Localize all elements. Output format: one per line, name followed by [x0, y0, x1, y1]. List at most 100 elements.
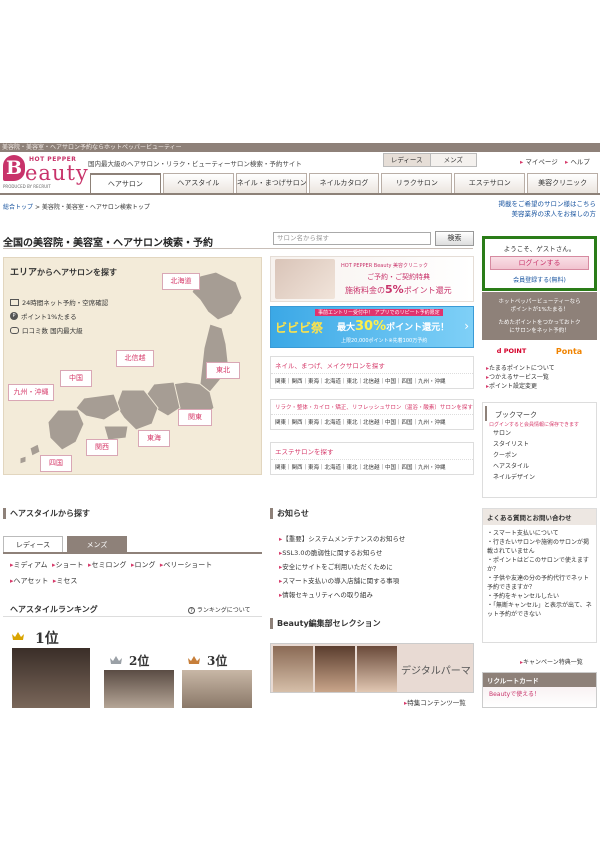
region-tokai[interactable]: 東海: [138, 430, 170, 447]
clinic-banner[interactable]: HOT PEPPER Beauty 美容クリニック ご予約・ご契約特典 施術料金…: [270, 256, 474, 302]
jobs-link[interactable]: 美容業界の求人をお探しの方: [470, 209, 597, 219]
gender-tab-ladies[interactable]: レディース: [384, 154, 431, 166]
link-hair-set[interactable]: ▸ヘアセット: [10, 577, 48, 585]
feature-points: P ポイント1%たまる: [10, 311, 77, 321]
bookmark-coupon[interactable]: クーポン: [493, 450, 596, 461]
bookmark-box: ブックマーク ログインすると会員情報に保存できます サロン スタイリスト クーポ…: [482, 402, 597, 498]
feature-24h-label: 24時間ネット予約・空席確認: [22, 299, 109, 307]
region-shikoku[interactable]: 四国: [40, 455, 72, 472]
ranking-divider: [3, 616, 262, 617]
feature-24h: 24時間ネット予約・空席確認: [10, 297, 108, 307]
faq-item-5[interactable]: ・予約をキャンセルしたい: [483, 592, 596, 601]
feature-more-link[interactable]: ▸特集コンテンツ一覧: [404, 697, 466, 707]
nail-area-links[interactable]: 関東｜関西｜東海｜北海道｜東北｜北信越｜中国｜四国｜九州・沖縄: [271, 374, 473, 388]
nav-tab-esthe[interactable]: エステサロン: [454, 173, 526, 193]
breadcrumb: 総合トップ > 美容院・美容室・ヘアサロン検索トップ: [3, 202, 150, 211]
clinic-line2-a: 施術料金の: [345, 286, 385, 295]
rank-3-photo[interactable]: [182, 670, 252, 708]
region-kyushu-okinawa[interactable]: 九州・沖縄: [8, 384, 54, 401]
link-long[interactable]: ▸ロング: [131, 561, 156, 569]
faq-item-6[interactable]: ・「無断キャンセル」と表示が出て、ネット予約ができない: [483, 601, 596, 619]
region-hokkaido[interactable]: 北海道: [162, 273, 200, 290]
bookmark-nail-design[interactable]: ネイルデザイン: [493, 472, 596, 483]
app-campaign-banner[interactable]: 事前エントリー受付中！ アプリでのリピート予約限定 ビビビ祭 最大30%ポイント…: [270, 306, 474, 348]
login-button[interactable]: ログインする: [490, 256, 589, 270]
faq-item-3[interactable]: ・ポイントはどこのサロンで使えますか？: [483, 556, 596, 574]
region-kanto[interactable]: 関東: [178, 409, 212, 426]
nav-tab-nail-eyelash[interactable]: ネイル・まつげサロン: [235, 173, 307, 193]
dpoint-logo: d POINT: [496, 347, 527, 355]
nav-tab-relax[interactable]: リラクサロン: [381, 173, 453, 193]
breadcrumb-current: 美容院・美容室・ヘアサロン検索トップ: [41, 204, 150, 211]
faq-item-1[interactable]: ・スマート支払いについて: [483, 529, 596, 538]
region-chugoku[interactable]: 中国: [60, 370, 92, 387]
nav-tab-nail-catalog[interactable]: ネイルカタログ: [308, 173, 380, 193]
rank-2-photo[interactable]: [104, 670, 174, 708]
feature-heading: Beauty編集部セレクション: [270, 618, 474, 629]
hairstyle-tabs: レディース メンズ: [3, 536, 127, 552]
bookmark-hairstyle[interactable]: ヘアスタイル: [493, 461, 596, 472]
top-seo-bar: 美容院・美容室・ヘアサロン予約ならホットペッパービューティー: [0, 143, 600, 152]
breadcrumb-home[interactable]: 総合トップ: [3, 204, 33, 211]
link-semilong[interactable]: ▸セミロング: [88, 561, 127, 569]
news-item-4[interactable]: ▸スマート支払いの導入店舗に関する事項: [279, 575, 399, 585]
hairstyle-tab-mens[interactable]: メンズ: [67, 536, 127, 552]
app-mid-a: 最大: [337, 323, 356, 333]
nav-tab-clinic[interactable]: 美容クリニック: [527, 173, 599, 193]
clinic-line2: 施術料金の5%ポイント還元: [345, 283, 452, 296]
listing-link[interactable]: 掲載をご希望のサロン様はこちら: [470, 199, 597, 209]
point-link-2[interactable]: ▸つかえるサービス一覧: [486, 373, 555, 382]
faq-item-4[interactable]: ・子供や友達の分の予約代行でネット予約できますか？: [483, 574, 596, 592]
search-button[interactable]: 検索: [435, 231, 474, 246]
region-kansai[interactable]: 関西: [86, 439, 118, 456]
recruit-card-banner[interactable]: リクルートカード Beautyで使える！: [482, 672, 597, 708]
campaign-link[interactable]: ▸キャンペーン特典一覧: [520, 657, 583, 666]
register-link[interactable]: 会員登録する(無料): [485, 275, 594, 284]
app-mid-b: ポイント還元！: [386, 323, 450, 333]
relax-area-links[interactable]: 関東｜関西｜東海｜北海道｜東北｜北信越｜中国｜四国｜九州・沖縄: [271, 415, 473, 429]
link-medium[interactable]: ▸ミディアム: [10, 561, 48, 569]
rank-1-photo[interactable]: [12, 648, 90, 708]
promo-line4: にサロンをネット予約！: [509, 328, 570, 334]
logo-produced-by: PRODUCED BY RECRUIT: [3, 184, 51, 189]
breadcrumb-separator: >: [34, 204, 40, 211]
nav-tab-hair-salon[interactable]: ヘアサロン: [90, 173, 161, 193]
digital-perm-banner[interactable]: デジタルパーマ: [270, 643, 474, 693]
link-mrs[interactable]: ▸ミセス: [53, 577, 78, 585]
esthe-search-title[interactable]: エステサロンを探す: [271, 443, 473, 460]
help-link[interactable]: ▸ ヘルプ: [565, 156, 590, 166]
point-link-2-label: つかえるサービス一覧: [489, 374, 549, 381]
gender-tab-mens[interactable]: メンズ: [431, 154, 477, 166]
relax-search-title[interactable]: リラク・整体・カイロ・矯正、リフレッシュサロン（温浴・酸素）サロンを探す: [271, 400, 473, 415]
promo-line3: ためたポイントをつかっておトク: [498, 320, 581, 326]
faq-item-2[interactable]: ・行きたいサロンや施術のサロンが掲載されていません: [483, 538, 596, 556]
region-tohoku[interactable]: 東北: [206, 362, 240, 379]
site-logo[interactable]: B HOT PEPPER eauty PRODUCED BY RECRUIT: [3, 155, 88, 191]
news-item-5[interactable]: ▸情報セキュリティへの取り組み: [279, 589, 373, 599]
feature-banner-text: デジタルパーマ: [401, 666, 471, 677]
news-item-3[interactable]: ▸安全にサイトをご利用いただくために: [279, 561, 393, 571]
news-item-5-label: 情報セキュリティへの取り組み: [282, 591, 373, 599]
bookmark-title: ブックマーク: [485, 406, 596, 421]
relax-search-box: リラク・整体・カイロ・矯正、リフレッシュサロン（温浴・酸素）サロンを探す 関東｜…: [270, 399, 474, 430]
news-item-2[interactable]: ▸SSL3.0の脆弱性に関するお知らせ: [279, 547, 382, 557]
salon-search-input[interactable]: サロン名から探す: [273, 232, 431, 245]
ranking-about-link[interactable]: ? ランキングについて: [188, 605, 251, 614]
point-link-3[interactable]: ▸ポイント設定変更: [486, 382, 555, 391]
nav-tab-hairstyle[interactable]: ヘアスタイル: [162, 173, 234, 193]
esthe-area-links[interactable]: 関東｜関西｜東海｜北海道｜東北｜北信越｜中国｜四国｜九州・沖縄: [271, 460, 473, 474]
link-short[interactable]: ▸ショート: [52, 561, 84, 569]
campaign-label: キャンペーン特典一覧: [523, 659, 583, 666]
point-link-1[interactable]: ▸たまるポイントについて: [486, 364, 555, 373]
bookmark-stylist[interactable]: スタイリスト: [493, 439, 596, 450]
nail-search-title[interactable]: ネイル、まつげ、メイクサロンを探す: [271, 357, 473, 374]
feature-reviews: 口コミ数 国内最大級: [10, 325, 83, 335]
pc-icon: [10, 298, 19, 306]
logo-mark: B: [3, 155, 25, 181]
news-item-1[interactable]: ▸【重要】システムメンテナンスのお知らせ: [279, 533, 405, 543]
mypage-link[interactable]: ▸ マイページ: [520, 156, 558, 166]
link-very-short[interactable]: ▸ベリーショート: [160, 561, 212, 569]
hairstyle-tab-ladies[interactable]: レディース: [3, 536, 63, 552]
region-hokushinetsu[interactable]: 北信越: [116, 350, 154, 367]
bookmark-salon[interactable]: サロン: [493, 428, 596, 439]
